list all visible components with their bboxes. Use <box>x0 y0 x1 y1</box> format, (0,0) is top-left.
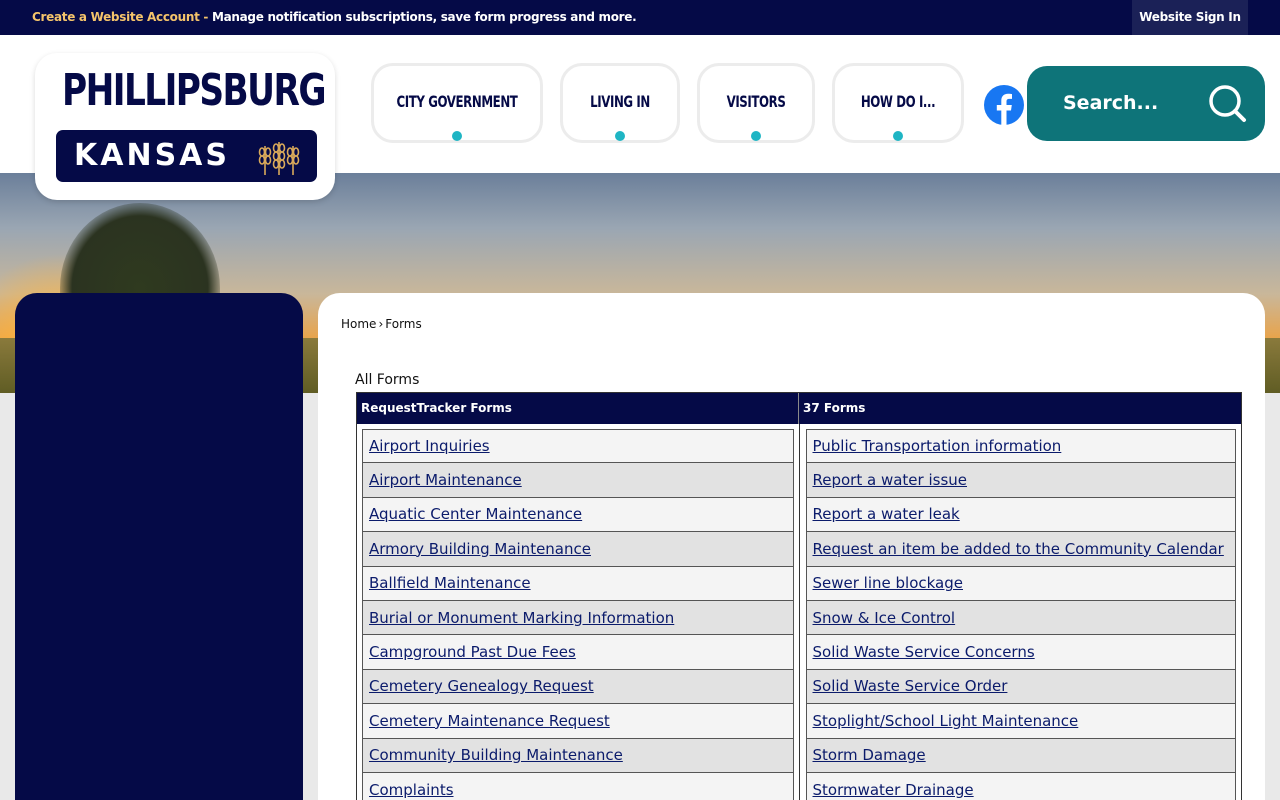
form-link[interactable]: Sewer line blockage <box>813 574 964 592</box>
category-title: RequestTracker Forms <box>357 393 799 424</box>
forms-column-right: Public Transportation information Report … <box>798 424 1242 800</box>
website-sign-in-button[interactable]: Website Sign In <box>1132 0 1248 35</box>
form-list-item: Storm Damage <box>805 738 1236 773</box>
form-link[interactable]: Airport Maintenance <box>369 471 522 489</box>
wheat-icon <box>258 142 300 175</box>
nav-dot-icon <box>751 131 761 141</box>
form-list-item: Campground Past Due Fees <box>362 635 794 670</box>
nav-visitors[interactable]: VISITORS <box>697 63 815 143</box>
nav-how-do-i[interactable]: HOW DO I... <box>832 63 964 143</box>
create-account-link[interactable]: Create a Website Account <box>32 10 200 24</box>
form-link[interactable]: Aquatic Center Maintenance <box>369 505 582 523</box>
facebook-icon[interactable] <box>984 85 1024 125</box>
nav-label: HOW DO I... <box>860 92 936 111</box>
search-icon[interactable] <box>1207 83 1247 123</box>
form-link[interactable]: Solid Waste Service Concerns <box>813 643 1035 661</box>
nav-label: VISITORS <box>726 92 786 111</box>
form-link[interactable]: Storm Damage <box>813 746 926 764</box>
form-link[interactable]: Armory Building Maintenance <box>369 540 591 558</box>
form-list-item: Report a water issue <box>805 463 1236 498</box>
form-list-item: Burial or Monument Marking Information <box>362 600 794 636</box>
form-link[interactable]: Campground Past Due Fees <box>369 643 576 661</box>
main-content: Home › Forms All Forms RequestTracker Form… <box>318 293 1265 800</box>
breadcrumb-home-link[interactable]: Home <box>341 317 376 331</box>
account-separator: - <box>199 10 212 24</box>
logo-city-name: PHILLIPSBURG <box>62 65 326 116</box>
logo-state-name: KANSAS <box>74 138 231 173</box>
forms-count: 37 Forms <box>803 401 866 415</box>
form-link[interactable]: Snow & Ice Control <box>813 609 956 627</box>
form-list-item: Solid Waste Service Order <box>805 669 1236 705</box>
nav-dot-icon <box>452 131 462 141</box>
form-link[interactable]: Complaints <box>369 781 454 799</box>
form-link[interactable]: Cemetery Maintenance Request <box>369 712 610 730</box>
account-description: Manage notification subscriptions, save … <box>211 10 637 24</box>
form-link[interactable]: Airport Inquiries <box>369 437 490 455</box>
form-link[interactable]: Stormwater Drainage <box>813 781 974 799</box>
top-bar: Create a Website Account - Manage notifi… <box>0 0 1280 35</box>
form-link[interactable]: Report a water issue <box>813 471 968 489</box>
breadcrumb-current-link[interactable]: Forms <box>385 317 421 331</box>
form-list-item: Report a water leak <box>805 497 1236 533</box>
nav-label: LIVING IN <box>590 92 650 111</box>
form-list-item: Stoplight/School Light Maintenance <box>805 704 1236 739</box>
forms-table: RequestTracker Forms 37 Forms Airport In… <box>356 392 1242 800</box>
forms-table-header: RequestTracker Forms 37 Forms <box>357 393 1241 424</box>
form-link[interactable]: Solid Waste Service Order <box>813 677 1008 695</box>
breadcrumb-separator: › <box>378 317 384 331</box>
account-message: Create a Website Account - Manage notifi… <box>32 0 637 35</box>
page-title: All Forms <box>355 372 420 388</box>
form-link[interactable]: Cemetery Genealogy Request <box>369 677 594 695</box>
site-logo[interactable]: PHILLIPSBURG KANSAS <box>35 53 335 200</box>
forms-columns: Airport Inquiries Airport Maintenance Aqua… <box>357 424 1241 800</box>
form-link[interactable]: Public Transportation information <box>813 437 1062 455</box>
nav-dot-icon <box>893 131 903 141</box>
search-input[interactable]: Search... <box>1063 66 1158 141</box>
form-list-item: Solid Waste Service Concerns <box>805 635 1236 670</box>
form-list-item: Sewer line blockage <box>805 566 1236 601</box>
form-list-item: Armory Building Maintenance <box>362 532 794 567</box>
nav-label: CITY GOVERNMENT <box>396 92 518 111</box>
form-link[interactable]: Community Building Maintenance <box>369 746 623 764</box>
nav-dot-icon <box>615 131 625 141</box>
form-list-item: Ballfield Maintenance <box>362 566 794 601</box>
form-list-item: Stormwater Drainage <box>805 772 1236 800</box>
form-link[interactable]: Ballfield Maintenance <box>369 574 531 592</box>
form-link[interactable]: Request an item be added to the Communit… <box>813 540 1224 558</box>
form-list-item: Snow & Ice Control <box>805 600 1236 636</box>
form-list-item: Community Building Maintenance <box>362 738 794 773</box>
form-list-item: Public Transportation information <box>805 429 1236 464</box>
form-list-item: Request an item be added to the Communit… <box>805 532 1236 567</box>
form-link[interactable]: Report a water leak <box>813 505 960 523</box>
sidebar-panel <box>15 293 303 800</box>
form-list-item: Aquatic Center Maintenance <box>362 497 794 533</box>
form-list-item: Airport Maintenance <box>362 463 794 498</box>
forms-column-left: Airport Inquiries Airport Maintenance Aqua… <box>357 424 799 800</box>
breadcrumb: Home › Forms <box>341 317 422 331</box>
nav-living-in[interactable]: LIVING IN <box>560 63 680 143</box>
nav-city-government[interactable]: CITY GOVERNMENT <box>371 63 543 143</box>
form-list-item: Complaints <box>362 772 794 800</box>
form-list-item: Cemetery Genealogy Request <box>362 669 794 705</box>
form-list-item: Cemetery Maintenance Request <box>362 704 794 739</box>
form-link[interactable]: Stoplight/School Light Maintenance <box>813 712 1079 730</box>
form-list-item: Airport Inquiries <box>362 429 794 464</box>
search-box[interactable]: Search... <box>1027 66 1265 141</box>
form-link[interactable]: Burial or Monument Marking Information <box>369 609 674 627</box>
logo-state-banner: KANSAS <box>56 130 317 182</box>
